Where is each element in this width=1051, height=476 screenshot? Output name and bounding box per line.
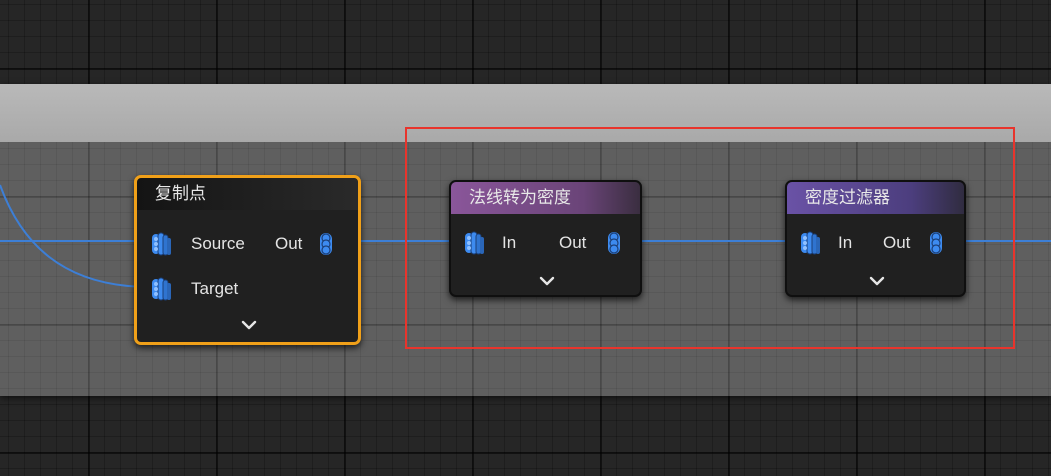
pin-out-row: Out	[275, 229, 338, 259]
red-highlight-box	[405, 127, 1015, 349]
node-copy-points-header[interactable]: 复制点	[137, 178, 358, 210]
pin-source-label: Source	[191, 234, 245, 253]
node-copy-points[interactable]: 复制点 Source Out Target	[134, 175, 361, 345]
expand-chevron-icon[interactable]	[241, 320, 257, 330]
wire-into-target[interactable]	[0, 184, 151, 288]
pin-source-input-icon[interactable]	[151, 231, 175, 257]
pin-target-input-icon[interactable]	[151, 276, 175, 302]
pin-source-row: Source	[151, 229, 245, 259]
node-copy-points-title: 复制点	[155, 184, 206, 204]
pin-target-label: Target	[191, 279, 239, 298]
pin-out-output-icon[interactable]	[314, 231, 338, 257]
pin-out-label: Out	[275, 234, 303, 253]
pin-target-row: Target	[151, 274, 238, 304]
